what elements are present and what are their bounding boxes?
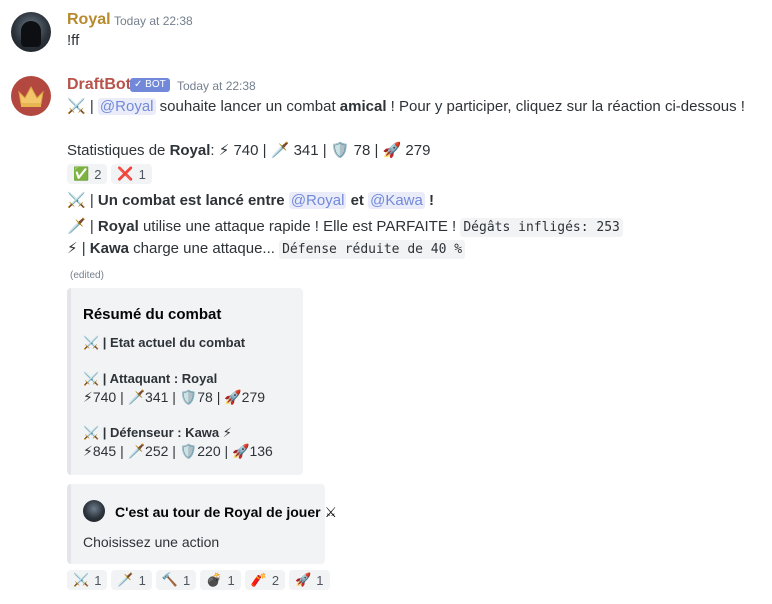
reaction-cross[interactable]: ❌ 1 bbox=[111, 164, 152, 184]
attacker-name: Royal bbox=[97, 218, 139, 235]
combat-start-line: ⚔️ | Un combat est lancé entre @Royal et… bbox=[67, 190, 434, 212]
swords-icon: ⚔️ bbox=[67, 192, 86, 209]
text: charge une attaque... bbox=[128, 240, 280, 257]
rocket-icon: 🚀 bbox=[295, 572, 312, 587]
message-text: !ff bbox=[67, 32, 80, 49]
stats-name: Royal bbox=[169, 142, 211, 159]
colon: : bbox=[210, 142, 215, 159]
reaction-swords[interactable]: ⚔️ 1 bbox=[67, 570, 108, 590]
damage-code: Dégâts infligés: 253 bbox=[460, 218, 623, 237]
defender-name: Kawa bbox=[89, 240, 129, 257]
swords-icon: ⚔️ bbox=[73, 572, 90, 587]
royal-avatar[interactable] bbox=[11, 12, 51, 52]
state-field: ⚔️ | Etat actuel du combat bbox=[83, 335, 246, 350]
lightning-icon: ⚡ bbox=[67, 240, 78, 257]
turn-embed: C'est au tour de Royal de jouer ⚔ Choisi… bbox=[67, 484, 337, 564]
reaction-bomb[interactable]: 💣 1 bbox=[200, 570, 241, 590]
bold-text: Un combat est lancé entre bbox=[97, 192, 289, 209]
reaction-dagger[interactable]: 🗡️ 1 bbox=[111, 570, 152, 590]
combat-summary-embed: Résumé du combat ⚔️ | Etat actuel du com… bbox=[67, 288, 303, 475]
reaction-check[interactable]: ✅ 2 bbox=[67, 164, 108, 184]
join-reactions: ✅ 2 ❌ 1 bbox=[67, 164, 152, 184]
dagger-icon: 🗡️ bbox=[117, 572, 134, 587]
reaction-count: 1 bbox=[227, 572, 235, 588]
defense-code: Défense réduite de 40 % bbox=[279, 240, 466, 259]
reaction-count: 2 bbox=[94, 166, 102, 182]
reaction-count: 1 bbox=[183, 572, 191, 588]
separator: | bbox=[85, 98, 98, 115]
firecracker-icon: 🧨 bbox=[250, 572, 267, 587]
mention-royal[interactable]: @Royal bbox=[288, 192, 347, 209]
reaction-count: 1 bbox=[94, 572, 102, 588]
mention-royal[interactable]: @Royal bbox=[97, 98, 156, 115]
stats-values: ⚡ 740 | 🗡️ 341 | 🛡️ 78 | 🚀 279 bbox=[218, 142, 431, 159]
attack-line: 🗡️ | Royal utilise une attaque rapide ! … bbox=[67, 216, 623, 239]
stats-label: Statistiques de bbox=[67, 142, 170, 159]
reaction-firecracker[interactable]: 🧨 2 bbox=[244, 570, 286, 590]
crown-icon bbox=[18, 85, 44, 107]
draftbot-avatar[interactable] bbox=[11, 76, 51, 116]
mention-kawa[interactable]: @Kawa bbox=[368, 192, 425, 209]
attacker-stats: ⚡740 | 🗡️341 | 🛡️78 | 🚀279 bbox=[83, 389, 266, 405]
launch-line: ⚔️ | @Royal souhaite lancer un combat am… bbox=[67, 96, 745, 118]
stats-line: Statistiques de Royal: ⚡ 740 | 🗡️ 341 | … bbox=[67, 140, 430, 162]
cross-icon: ❌ bbox=[117, 166, 134, 181]
bold-text: amical bbox=[339, 98, 387, 115]
text: utilise une attaque rapide ! Elle est PA… bbox=[138, 218, 461, 235]
bold-text: ! bbox=[424, 192, 435, 209]
text: ! Pour y participer, cliquez sur la réac… bbox=[386, 98, 745, 115]
swords-icon: ⚔️ bbox=[67, 98, 86, 115]
charge-line: ⚡ | Kawa charge une attaque... Défense r… bbox=[67, 238, 466, 261]
dagger-icon: 🗡️ bbox=[67, 218, 86, 235]
hammer-icon: 🔨 bbox=[161, 572, 179, 587]
defender-field: ⚔️ | Défenseur : Kawa ⚡ bbox=[83, 425, 232, 440]
bold-text: et bbox=[346, 192, 369, 209]
separator: | bbox=[85, 192, 98, 209]
check-icon: ✅ bbox=[73, 166, 90, 181]
timestamp: Today at 22:38 bbox=[114, 14, 193, 28]
attacker-field: ⚔️ | Attaquant : Royal bbox=[83, 371, 218, 386]
reaction-count: 1 bbox=[316, 572, 324, 588]
royal-small-avatar bbox=[83, 500, 105, 522]
reaction-count: 2 bbox=[271, 572, 280, 588]
text: souhaite lancer un combat bbox=[155, 98, 340, 115]
author-name[interactable]: Royal bbox=[67, 11, 111, 29]
reaction-count: 1 bbox=[138, 166, 146, 182]
embed-title: Résumé du combat bbox=[83, 306, 222, 323]
reaction-hammer[interactable]: 🔨 1 bbox=[155, 570, 197, 590]
timestamp: Today at 22:38 bbox=[177, 79, 256, 93]
reaction-count: 1 bbox=[138, 572, 146, 588]
author-name[interactable]: DraftBot bbox=[67, 76, 131, 94]
edited-label: (edited) bbox=[70, 270, 104, 281]
embed-author[interactable]: C'est au tour de Royal de jouer ⚔ bbox=[115, 504, 337, 521]
separator: | bbox=[85, 218, 98, 235]
separator: | bbox=[77, 240, 90, 257]
action-reactions: ⚔️ 1 🗡️ 1 🔨 1 💣 1 🧨 2 🚀 1 bbox=[67, 570, 330, 590]
bot-badge: ✓ BOT bbox=[130, 78, 170, 92]
defender-stats: ⚡845 | 🗡️252 | 🛡️220 | 🚀136 bbox=[83, 443, 273, 459]
bomb-icon: 💣 bbox=[206, 572, 223, 587]
reaction-rocket[interactable]: 🚀 1 bbox=[289, 570, 330, 590]
embed-description: Choisissez une action bbox=[83, 534, 220, 550]
